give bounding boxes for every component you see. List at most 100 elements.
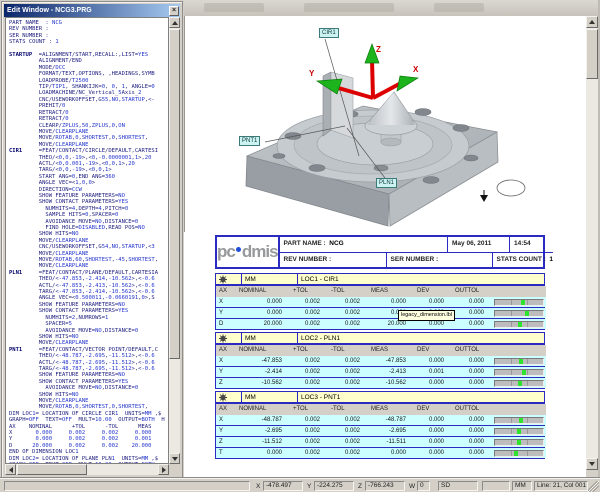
column-header: MEAS	[368, 404, 414, 415]
dimension-row: D20.0000.0020.00220.0000.0000.000	[215, 319, 545, 330]
code-lines: PART NAME : NCGREV NUMBER :SER NUMBER :S…	[9, 20, 168, 464]
cell-outtol: 0.000	[452, 437, 492, 447]
dimension-row: X-47.8530.0020.002-47.8530.0000.000	[215, 356, 545, 367]
toolbar-blur	[304, 3, 394, 12]
code-editor[interactable]: PART NAME : NCGREV NUMBER :SER NUMBER :S…	[5, 17, 169, 464]
cell-dev: 0.000	[414, 426, 452, 436]
bar-divider	[511, 429, 512, 434]
column-header: +TOL	[290, 286, 328, 297]
cell-ax: T	[216, 448, 236, 458]
cell-ptol: 0.002	[290, 378, 328, 388]
cell-nominal: -47.853	[236, 356, 290, 366]
column-header: -TOL	[328, 345, 368, 356]
cell-dev: 0.001	[414, 367, 452, 377]
cell-ptol: 0.002	[290, 415, 328, 425]
cell-dev: 0.000	[414, 297, 452, 307]
gear-icon	[216, 333, 242, 343]
column-header: DEV	[414, 345, 452, 356]
column-header: +TOL	[290, 404, 328, 415]
code-line: CNC/USEWORKOFFSET,G54,NO,STARTUP,<3	[9, 244, 168, 250]
cell-nominal: -11.512	[236, 437, 290, 447]
bar-divider	[511, 300, 512, 305]
bar-divider	[511, 381, 512, 386]
bar-divider	[527, 440, 528, 445]
stats-count-cell: STATS COUNT : 1	[492, 253, 553, 268]
bar-divider	[511, 370, 512, 375]
cell-ntol: 0.002	[328, 356, 368, 366]
status-y-label: Y	[307, 482, 311, 491]
status-x-value: -478.497	[263, 481, 303, 491]
close-icon[interactable]: ×	[169, 6, 179, 16]
cell-graph	[492, 426, 546, 436]
cell-nominal: 0.000	[236, 448, 290, 458]
cell-graph	[492, 297, 546, 307]
dimension-row: Z-11.5120.0020.002-11.5110.0000.000	[215, 437, 545, 448]
status-segment-empty	[4, 481, 250, 491]
column-header: DEV	[414, 404, 452, 415]
scroll-right-button[interactable]	[158, 464, 169, 475]
gear-icon	[216, 274, 242, 284]
deviation-marker	[519, 418, 523, 423]
edit-window-titlebar[interactable]: Edit Window - NCG3.PRG ×	[4, 4, 180, 17]
bar-divider	[511, 440, 512, 445]
probe-icon	[480, 190, 488, 202]
bar-divider	[511, 359, 512, 364]
column-header: NOMINAL	[236, 345, 290, 356]
dimension-units: MM	[242, 392, 298, 402]
column-header: NOMINAL	[236, 404, 290, 415]
cell-ptol: 0.002	[290, 308, 328, 318]
graphics-viewport[interactable]: Z Y X CIR1 PNT1 PLN1	[184, 16, 586, 232]
bar-divider	[527, 300, 528, 305]
cell-ax: X	[216, 415, 236, 425]
stats-count-value: 1	[549, 256, 553, 263]
scrollbar-thumb[interactable]	[17, 464, 87, 475]
column-header: DEV	[414, 286, 452, 297]
cell-ax: Z	[216, 437, 236, 447]
cell-ntol: 0.002	[328, 378, 368, 388]
dimension-row: Z-10.5620.0020.002-10.5620.0000.000	[215, 378, 545, 389]
cell-meas: 0.000	[368, 297, 414, 307]
bar-divider	[511, 418, 512, 423]
deviation-bar	[494, 417, 544, 424]
cell-graph	[492, 437, 546, 447]
scroll-up-button[interactable]	[169, 17, 180, 28]
dimension-column-headers: AXNOMINAL+TOL-TOLMEASDEVOUTTOL	[215, 404, 545, 415]
resize-grip[interactable]	[588, 481, 599, 492]
deviation-marker	[514, 451, 518, 456]
graphics-vertical-scrollbar[interactable]	[586, 16, 598, 470]
logo-text-dmis: dmis	[242, 242, 278, 262]
bar-divider	[511, 322, 512, 327]
feature-label-pnt1[interactable]: PNT1	[239, 136, 260, 146]
scrollbar-thumb[interactable]	[169, 29, 180, 359]
cell-meas: -11.511	[368, 437, 414, 447]
scroll-up-button[interactable]	[586, 16, 598, 28]
scroll-down-button[interactable]	[169, 453, 180, 464]
status-segment-empty	[482, 481, 510, 491]
arrow-right-icon	[162, 467, 166, 473]
arrow-up-icon	[172, 21, 178, 25]
dimension-band: MMLOC3 - PNT1	[215, 391, 545, 404]
scrollbar-thumb[interactable]	[586, 29, 598, 79]
scroll-down-button[interactable]	[586, 458, 598, 470]
scrollbar-track[interactable]	[586, 16, 598, 470]
column-header-graph	[492, 286, 546, 297]
editor-horizontal-scrollbar[interactable]	[5, 464, 169, 475]
bar-divider	[527, 370, 528, 375]
cell-nominal: -2.695	[236, 426, 290, 436]
column-header: +TOL	[290, 345, 328, 356]
cell-meas: -2.695	[368, 426, 414, 436]
cell-ax: Y	[216, 308, 236, 318]
status-w-value: 0	[417, 481, 430, 491]
feature-label-pln1[interactable]: PLN1	[376, 178, 397, 188]
scroll-left-button[interactable]	[5, 464, 16, 475]
code-line: MOVE/ROTAB,0,SHORTEST,0,SHORTEST,	[9, 135, 168, 141]
arrow-left-icon	[9, 467, 13, 473]
cell-ax: Z	[216, 378, 236, 388]
code-line: ANGLE VEC=<0.500011,-0.0660191,0>,S	[9, 295, 168, 301]
deviation-marker	[517, 440, 521, 445]
cell-dev: 0.000	[414, 448, 452, 458]
status-sd-segment: SD	[438, 481, 478, 491]
editor-vertical-scrollbar[interactable]	[169, 17, 180, 464]
scrollbar-corner	[169, 464, 180, 475]
feature-label-cir1[interactable]: CIR1	[319, 28, 339, 38]
